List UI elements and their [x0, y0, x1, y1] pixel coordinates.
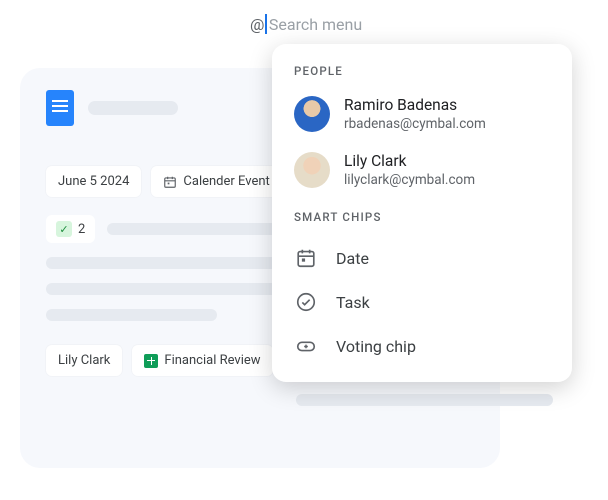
text-cursor [265, 14, 267, 34]
person-option-ramiro[interactable]: Ramiro Badenas rbadenas@cymbal.com [272, 90, 572, 146]
at-symbol: @ [250, 15, 264, 34]
vote-chip[interactable]: ✓ 2 [46, 215, 95, 243]
search-placeholder: Search menu [269, 15, 362, 34]
person-name: Ramiro Badenas [344, 96, 486, 115]
person-email: lilyclark@cymbal.com [344, 172, 475, 188]
check-icon: ✓ [56, 221, 72, 237]
vote-count: 2 [78, 222, 85, 237]
date-chip-label: June 5 2024 [58, 174, 129, 189]
sheet-chip[interactable]: Financial Review [132, 345, 272, 376]
task-icon [294, 290, 318, 314]
voting-chip-icon [294, 334, 318, 358]
avatar [294, 96, 330, 132]
at-mention-search[interactable]: @ Search menu [250, 14, 362, 34]
calendar-event-chip[interactable]: Calender Event [151, 166, 281, 197]
sheets-icon [144, 354, 158, 368]
chip-label: Date [336, 249, 369, 268]
person-text: Lily Clark lilyclark@cymbal.com [344, 152, 475, 187]
text-placeholder [296, 394, 553, 406]
smart-chips-section-label: SMART CHIPS [272, 202, 572, 236]
smart-chip-menu: PEOPLE Ramiro Badenas rbadenas@cymbal.co… [272, 44, 572, 382]
title-placeholder [88, 101, 178, 115]
chip-label: Voting chip [336, 337, 416, 356]
person-email: rbadenas@cymbal.com [344, 116, 486, 132]
person-text: Ramiro Badenas rbadenas@cymbal.com [344, 96, 486, 131]
person-chip-label: Lily Clark [58, 353, 110, 368]
calendar-icon [163, 175, 177, 189]
chip-option-task[interactable]: Task [272, 280, 572, 324]
person-chip[interactable]: Lily Clark [46, 345, 122, 376]
people-section-label: PEOPLE [272, 64, 572, 90]
event-chip-label: Calender Event [183, 174, 269, 189]
person-name: Lily Clark [344, 152, 475, 171]
chip-option-date[interactable]: Date [272, 236, 572, 280]
date-icon [294, 246, 318, 270]
person-option-lily[interactable]: Lily Clark lilyclark@cymbal.com [272, 146, 572, 202]
sheet-chip-label: Financial Review [164, 353, 260, 368]
chip-label: Task [336, 293, 370, 312]
chip-option-voting[interactable]: Voting chip [272, 324, 572, 368]
text-placeholder [46, 309, 217, 321]
date-chip[interactable]: June 5 2024 [46, 166, 141, 197]
google-docs-icon [46, 90, 74, 126]
avatar [294, 152, 330, 188]
